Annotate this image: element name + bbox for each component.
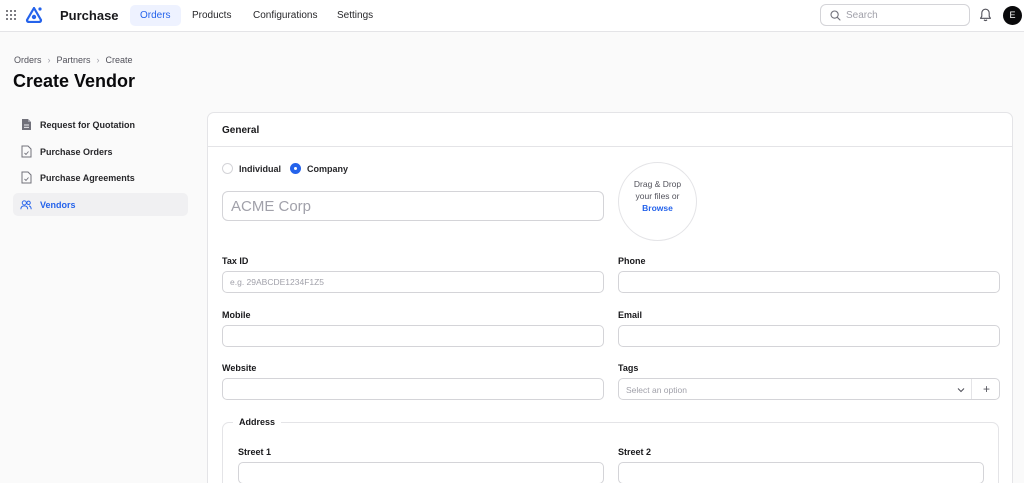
section-title: General [222,125,260,136]
app-logo-icon[interactable] [25,7,43,23]
individual-radio[interactable] [222,163,233,174]
email-label: Email [618,310,643,320]
sidebar-item-label: Vendors [40,199,76,210]
document-check-icon [20,171,32,185]
street2-input[interactable] [618,462,984,483]
tags-label: Tags [618,363,639,373]
company-radio-label[interactable]: Company [307,164,348,174]
chevron-down-icon[interactable] [956,385,966,395]
card-header: General [208,113,1012,147]
file-upload-dropzone[interactable]: Drag & Drop your files or Browse [618,162,697,241]
individual-radio-label[interactable]: Individual [239,164,281,174]
search-icon [830,10,841,21]
users-icon [20,198,32,212]
nav-configurations[interactable]: Configurations [243,5,327,26]
street2-label: Street 2 [618,447,652,457]
sidebar-item-label: Request for Quotation [40,119,135,130]
mobile-label: Mobile [222,310,251,320]
breadcrumb: Orders › Partners › Create [14,55,133,65]
email-input[interactable] [618,325,1000,347]
breadcrumb-orders[interactable]: Orders [14,55,42,65]
app-grid-icon[interactable] [6,10,16,20]
street1-input[interactable] [238,462,604,483]
address-legend: Address [233,417,282,427]
breadcrumb-partners[interactable]: Partners [57,55,91,65]
chevron-right-icon: › [47,55,51,65]
nav-settings[interactable]: Settings [327,5,383,26]
chevron-right-icon: › [96,55,100,65]
phone-label: Phone [618,256,646,266]
company-radio[interactable] [290,163,302,174]
sidebar-item-vendors[interactable]: Vendors [13,193,188,216]
sidebar-item-label: Purchase Orders [40,146,113,157]
sidebar-item-request-for-quotation[interactable]: Request for Quotation [13,113,188,136]
tax-id-input[interactable] [222,271,604,293]
company-name-input[interactable] [222,191,604,221]
address-fieldset: Address Street 1 Street 2 [222,417,999,483]
avatar[interactable]: E [1003,6,1022,25]
vendor-type-radio-group: Individual Company [222,163,357,174]
document-check-icon [20,145,32,159]
page-title: Create Vendor [13,71,136,91]
document-icon [20,118,32,132]
sidebar-item-purchase-agreements[interactable]: Purchase Agreements [13,166,188,189]
divider [971,379,972,399]
nav-products[interactable]: Products [182,5,241,26]
tags-select[interactable]: Select an option + [618,378,1000,400]
tags-placeholder[interactable]: Select an option [626,385,687,395]
search-box [820,4,970,26]
website-input[interactable] [222,378,604,400]
nav-orders[interactable]: Orders [130,5,181,26]
mobile-input[interactable] [222,325,604,347]
website-label: Website [222,363,257,373]
general-card: General Individual Company Drag & Drop y… [207,112,1013,483]
browse-link[interactable]: Browse [629,202,686,214]
phone-input[interactable] [618,271,1000,293]
sidebar-item-label: Purchase Agreements [40,172,135,183]
sidebar-item-purchase-orders[interactable]: Purchase Orders [13,140,188,163]
search-input[interactable] [846,8,964,23]
tax-id-label: Tax ID [222,256,249,266]
upload-instructions: Drag & Drop your files or [633,179,682,201]
top-bar: Purchase Orders Products Configurations … [0,0,1024,32]
add-tag-button[interactable]: + [978,381,995,398]
bell-icon[interactable] [979,8,992,22]
app-title: Purchase [60,8,119,23]
street1-label: Street 1 [238,447,272,457]
breadcrumb-create: Create [105,55,133,65]
